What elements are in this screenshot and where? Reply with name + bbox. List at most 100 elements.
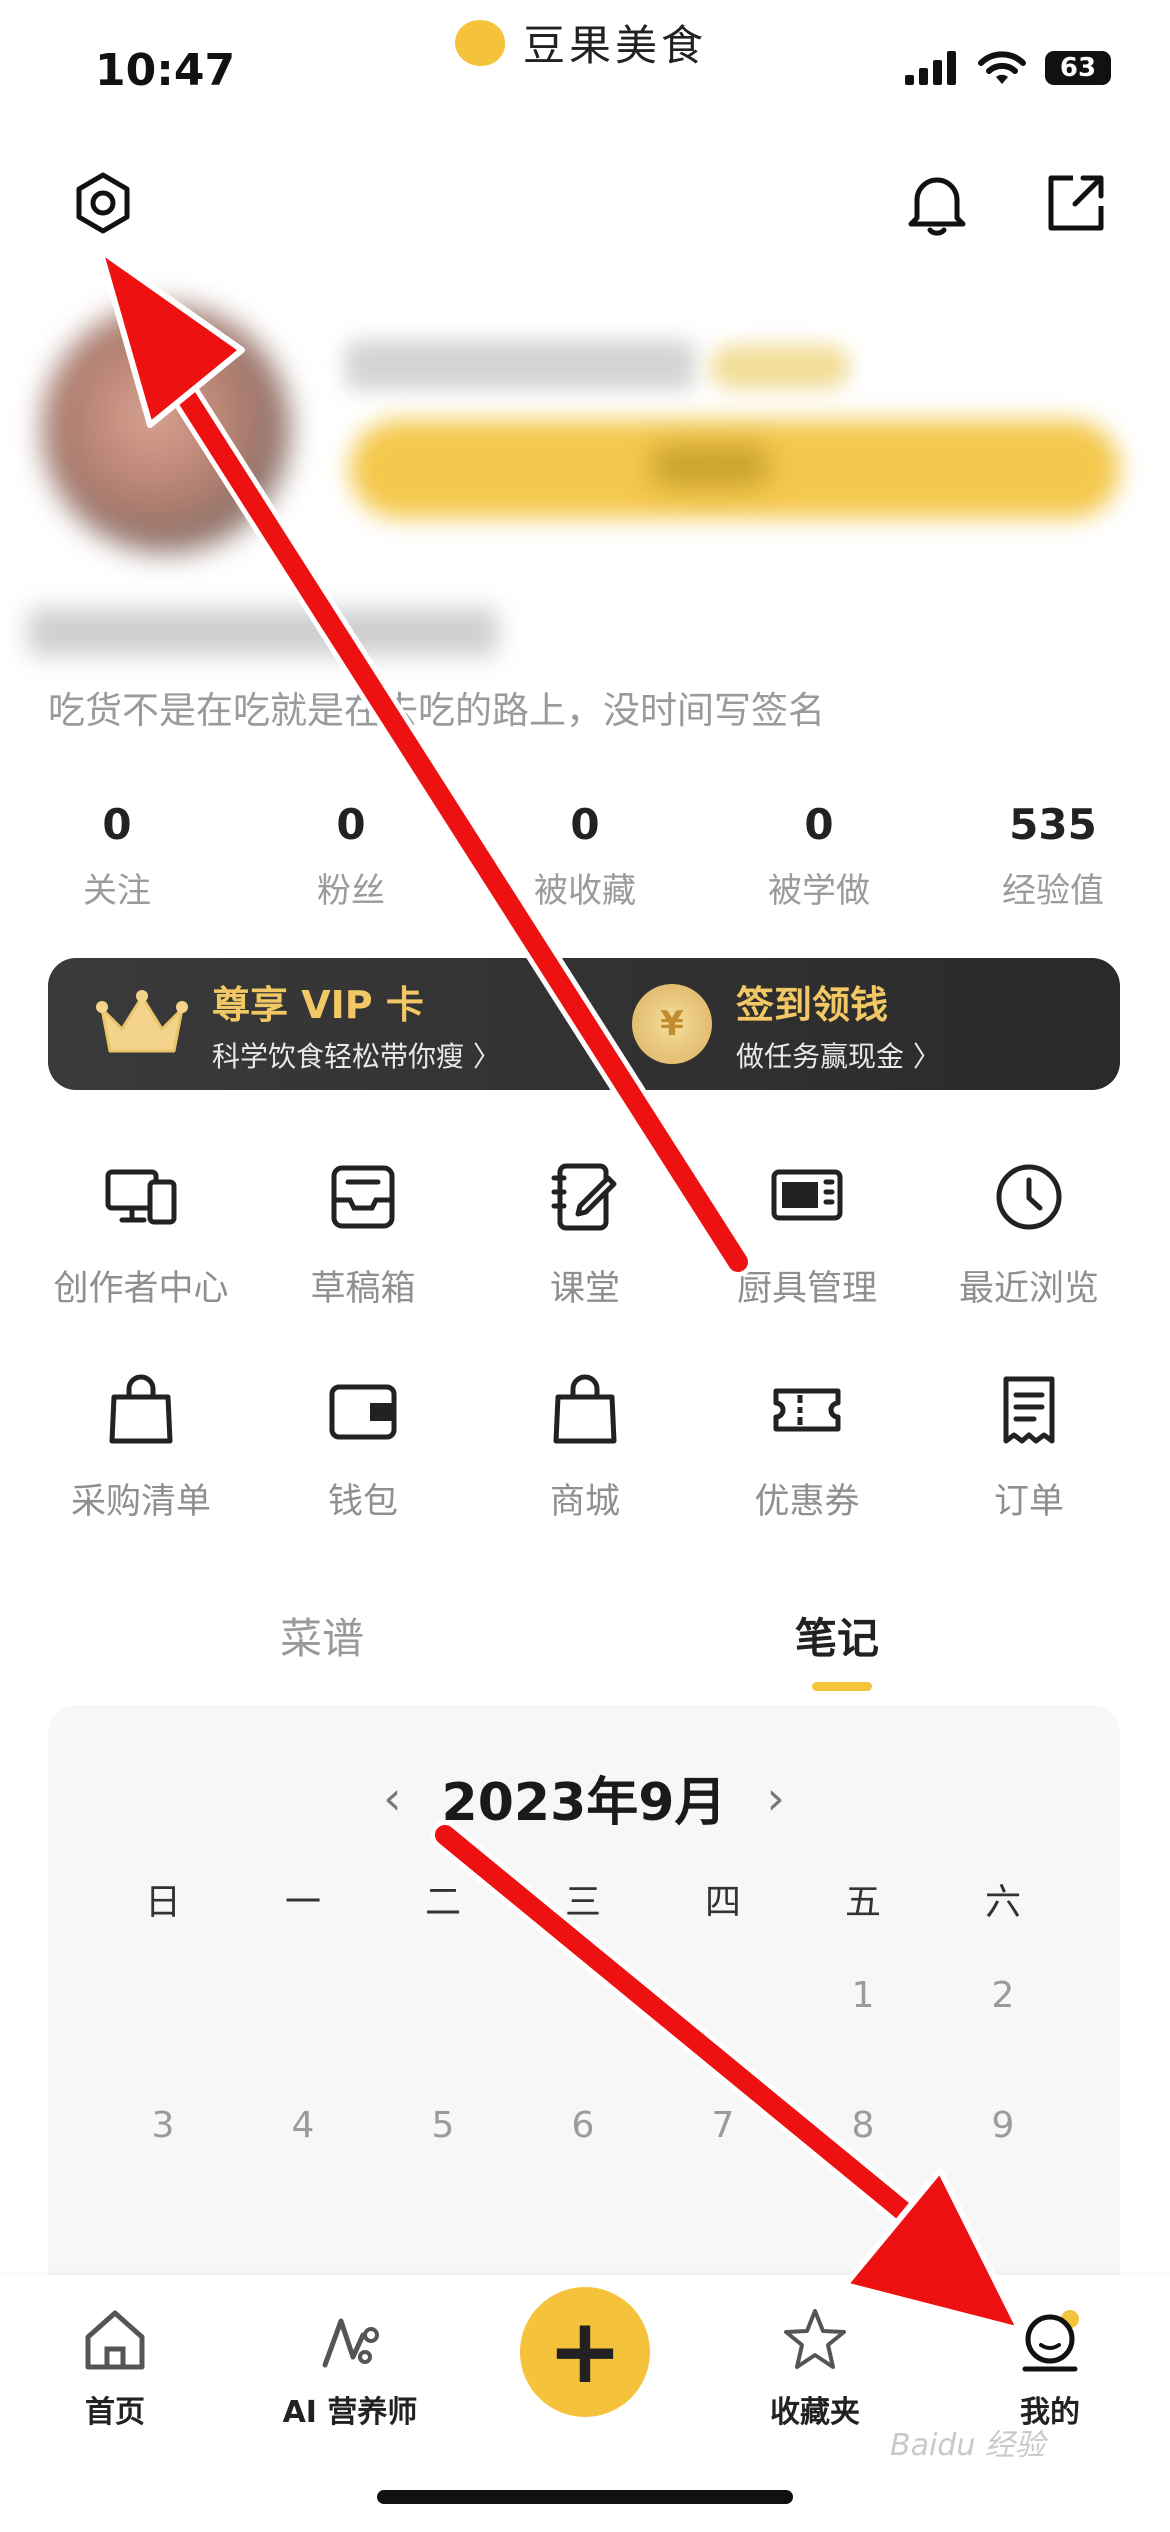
nav-home[interactable]: 首页 [15, 2305, 215, 2431]
notebook-icon [551, 1163, 617, 1231]
stat-label: 经验值 [1002, 871, 1104, 911]
share-icon [1048, 175, 1104, 231]
nav-label: AI 营养师 [282, 2395, 418, 2430]
weekday-label: 六 [984, 1882, 1021, 1923]
settings-button[interactable] [72, 172, 134, 234]
avatar[interactable] [42, 305, 290, 553]
blurred-profile-info [28, 608, 498, 656]
stat-label: 粉丝 [317, 871, 385, 911]
grid-item-classroom[interactable]: 课堂 [474, 1160, 696, 1311]
shop-bag-icon [553, 1374, 617, 1444]
calendar-day-empty [513, 1975, 653, 2019]
devices-icon [105, 1169, 177, 1225]
calendar-title: 2023年9月 [441, 1773, 727, 1833]
create-button[interactable]: + [520, 2287, 650, 2417]
grid-label: 最近浏览 [958, 1269, 1099, 1309]
calendar-day[interactable]: 6 [513, 2105, 653, 2149]
cellular-signal-icon [905, 51, 956, 85]
grid-label: 商城 [549, 1482, 620, 1522]
calendar-day[interactable]: 5 [373, 2105, 513, 2149]
grid-item-shopping-list[interactable]: 采购清单 [30, 1373, 252, 1524]
inbox-icon [331, 1165, 395, 1229]
stat-label: 被收藏 [534, 871, 636, 911]
sign-in-text: 签到领钱 做任务赢现金 〉 [736, 974, 941, 1075]
vip-title: 尊享 VIP 卡 [212, 982, 424, 1027]
grid-label: 订单 [993, 1482, 1064, 1522]
grid-label: 草稿箱 [310, 1269, 416, 1309]
tab-notes[interactable]: 笔记 [795, 1605, 879, 1666]
stat-value: 0 [804, 800, 834, 849]
calendar-weekdays: 日 一 二 三 四 五 六 [93, 1873, 1073, 1925]
calendar-day-empty [653, 1975, 793, 2019]
calendar-header: ‹ 2023年9月 › [48, 1760, 1120, 1835]
grid-label: 创作者中心 [53, 1269, 229, 1309]
grid-item-drafts[interactable]: 草稿箱 [252, 1160, 474, 1311]
blurred-member-button-text [650, 445, 770, 487]
wallet-icon [329, 1384, 397, 1440]
profile-stats: 0 关注 0 粉丝 0 被收藏 0 被学做 535 经验值 [0, 800, 1170, 912]
grid-item-orders[interactable]: 订单 [918, 1373, 1140, 1524]
watermark: Baidu 经验 [890, 2428, 1045, 2463]
calendar-day[interactable]: 7 [653, 2105, 793, 2149]
bag-icon [109, 1374, 173, 1444]
grid-item-creator-center[interactable]: 创作者中心 [30, 1160, 252, 1311]
bell-icon [908, 177, 966, 236]
grid-item-coupons[interactable]: 优惠券 [696, 1373, 918, 1524]
blurred-username [345, 340, 695, 390]
sign-in-subtitle: 做任务赢现金 〉 [736, 1039, 941, 1073]
vip-subtitle: 科学饮食轻松带你瘦 〉 [212, 1039, 501, 1073]
share-button[interactable] [1045, 172, 1107, 234]
grid-item-recent[interactable]: 最近浏览 [918, 1160, 1140, 1311]
weekday-label: 五 [844, 1882, 881, 1923]
calendar-day[interactable]: 4 [233, 2105, 373, 2149]
grid-item-cookware[interactable]: 厨具管理 [696, 1160, 918, 1311]
status-indicators: 63 [905, 50, 1111, 86]
status-brand: 豆果美食 [455, 12, 707, 73]
weekday-label: 一 [284, 1882, 321, 1923]
grid-item-wallet[interactable]: 钱包 [252, 1373, 474, 1524]
notifications-button[interactable] [905, 170, 969, 236]
tab-recipes[interactable]: 菜谱 [280, 1605, 364, 1666]
battery-indicator: 63 [1045, 51, 1111, 85]
nav-favorites[interactable]: 收藏夹 [715, 2305, 915, 2431]
star-icon [784, 2309, 846, 2369]
stat-experience[interactable]: 535 经验值 [936, 800, 1170, 912]
stat-followers[interactable]: 0 粉丝 [234, 800, 468, 912]
coin-icon: ¥ [632, 984, 712, 1064]
ticket-icon [773, 1388, 841, 1432]
grid-label: 钱包 [327, 1482, 398, 1522]
sign-in-entry[interactable]: ¥ 签到领钱 做任务赢现金 〉 [584, 974, 1120, 1075]
weekday-label: 日 [144, 1882, 181, 1923]
calendar-day[interactable]: 2 [933, 1975, 1073, 2019]
next-month-button[interactable]: › [766, 1771, 784, 1825]
sign-in-title: 签到领钱 [736, 982, 889, 1027]
calendar-day[interactable]: 9 [933, 2105, 1073, 2149]
stat-value: 0 [336, 800, 366, 849]
nav-ai-nutritionist[interactable]: AI 营养师 [250, 2305, 450, 2431]
calendar-day[interactable]: 8 [793, 2105, 933, 2149]
blurred-level-badge [710, 345, 850, 389]
brand-logo-icon [455, 19, 505, 66]
grid-label: 采购清单 [70, 1482, 211, 1522]
calendar-day[interactable]: 1 [793, 1975, 933, 2019]
feature-grid: 创作者中心 草稿箱 课堂 厨具管理 最近浏览 采购清单 钱包 商城 优惠券 订单 [30, 1160, 1140, 1524]
profile-icon [1022, 2310, 1079, 2372]
stat-value: 0 [102, 800, 132, 849]
nav-label: 首页 [85, 2395, 145, 2430]
stat-following[interactable]: 0 关注 [0, 800, 234, 912]
nav-mine[interactable]: 我的 [950, 2305, 1150, 2431]
vip-banner: 尊享 VIP 卡 科学饮食轻松带你瘦 〉 ¥ 签到领钱 做任务赢现金 〉 [48, 958, 1120, 1090]
gear-icon [76, 172, 130, 234]
vip-card-entry[interactable]: 尊享 VIP 卡 科学饮食轻松带你瘦 〉 [48, 974, 584, 1075]
calendar-day-empty [93, 1975, 233, 2019]
grid-item-mall[interactable]: 商城 [474, 1373, 696, 1524]
grid-label: 厨具管理 [736, 1269, 877, 1309]
prev-month-button[interactable]: ‹ [383, 1771, 401, 1825]
stat-collected[interactable]: 0 被收藏 [468, 800, 702, 912]
stat-learned[interactable]: 0 被学做 [702, 800, 936, 912]
plus-icon: + [547, 2299, 623, 2404]
clock-icon [996, 1164, 1062, 1230]
calendar-day[interactable]: 3 [93, 2105, 233, 2149]
weekday-label: 三 [564, 1882, 601, 1923]
calendar-day-empty [233, 1975, 373, 2019]
